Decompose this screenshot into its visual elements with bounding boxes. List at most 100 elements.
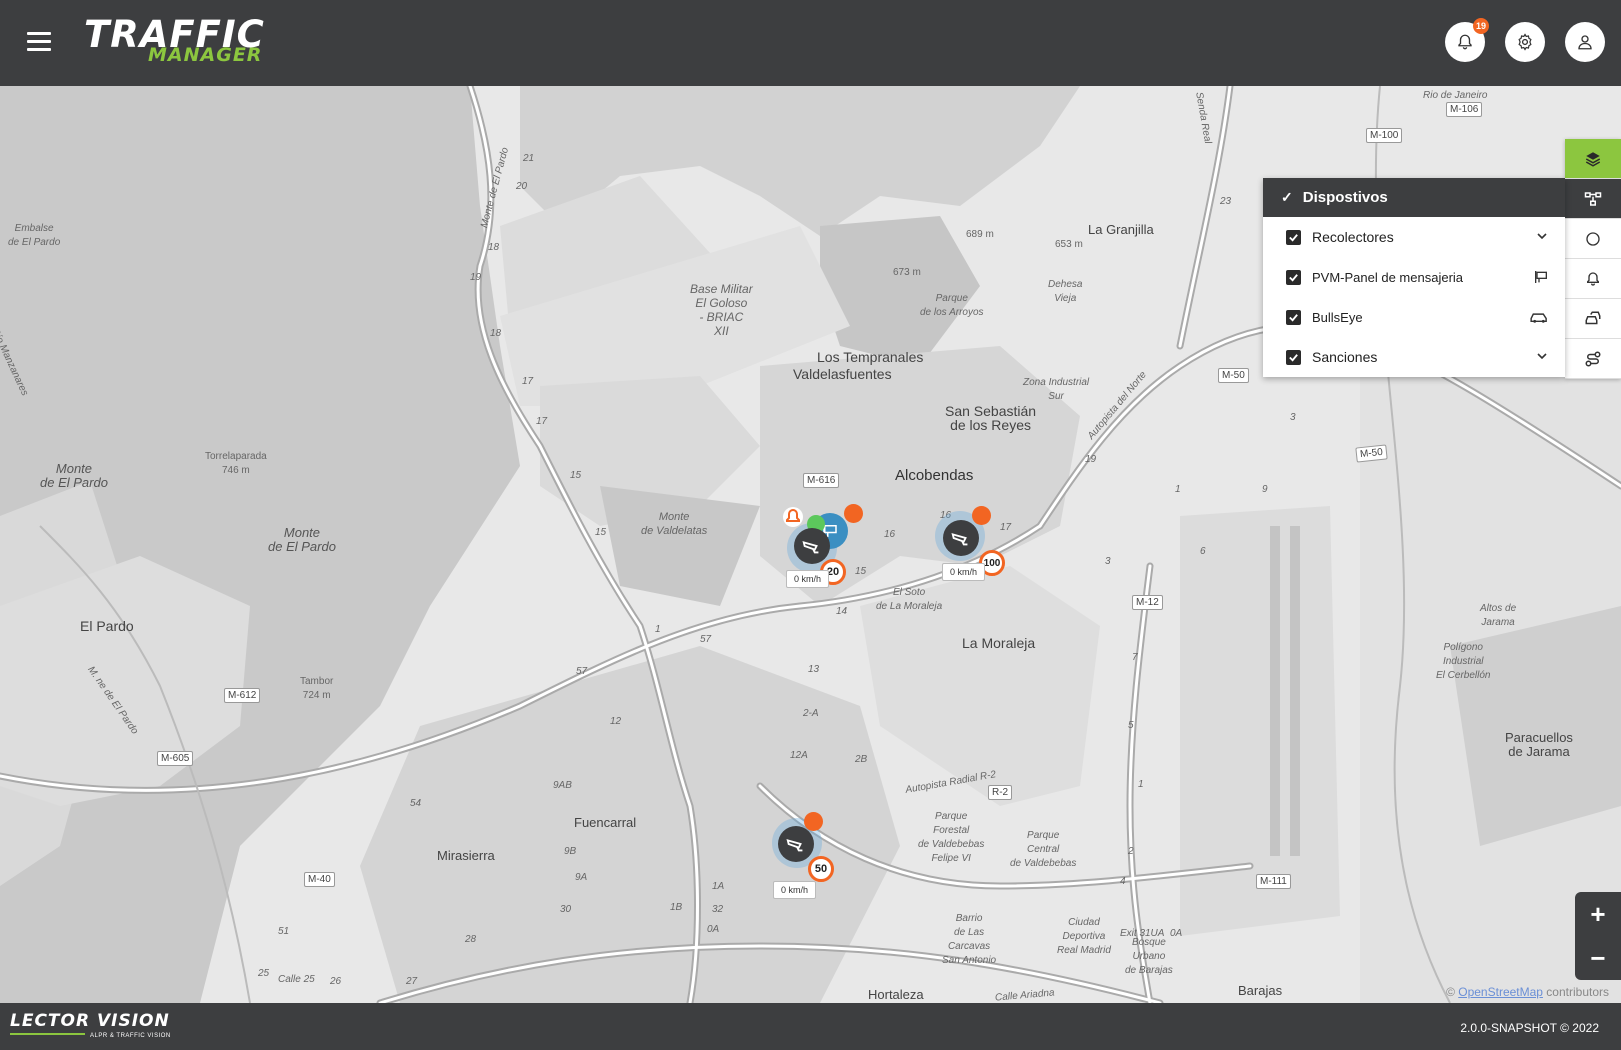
user-profile-button[interactable] [1565,22,1605,62]
cctv-camera-icon [951,533,968,546]
exit-number: 3 [1105,556,1111,567]
label-embalse: Embalse de El Pardo [8,223,61,248]
logo-underline [10,1033,85,1035]
exit-number: 1A [712,881,725,892]
road-shield: M-612 [224,688,261,703]
alert-dot [804,812,823,831]
exit-number: 18 [488,242,500,253]
zoom-in-button[interactable]: + [1575,892,1621,936]
road-shield: M-616 [803,473,840,488]
exit-number: 57 [576,666,588,677]
exit-number: 1B [670,902,683,913]
checkmark-icon [1289,273,1298,282]
circle-tool-button[interactable] [1565,219,1621,259]
exit-number: 0A [707,924,720,935]
network-button[interactable] [1565,179,1621,219]
camera-marker-1[interactable]: 20 [770,504,870,606]
exit-number: 25 [258,968,270,979]
alert-dot [844,504,863,523]
version-text: 2.0.0-SNAPSHOT © 2022 [1460,1021,1599,1035]
label-el-pardo: El Pardo [80,618,134,634]
exit-number: 20 [516,181,528,192]
label-monte-pardo-center: Monte de El Pardo [268,525,336,554]
exit-number: 5 [1128,720,1134,731]
chevron-down-icon[interactable] [1535,229,1549,243]
layers-panel-title: Dispostivos [1302,189,1388,206]
check-icon: ✓ [1281,189,1293,205]
layer-label: Recolectores [1312,229,1394,245]
road-shield: M-106 [1446,102,1483,117]
exit-number: 3 [1290,412,1296,423]
openstreetmap-link[interactable]: OpenStreetMap [1458,985,1543,999]
gear-icon [1518,33,1532,51]
label-valdelasfuentes: Valdelasfuentes [793,366,892,382]
speed-reading-label: 0 km/h [786,570,830,588]
layer-label: BullsEye [1312,309,1363,325]
label-mirasierra: Mirasierra [437,848,495,863]
alerts-button[interactable] [1565,259,1621,299]
label-los-tempranales: Los Tempranales [817,349,924,365]
user-icon [1578,35,1592,50]
exit-number: 15 [570,470,582,481]
label-monte-valdelatas: Monte de Valdelatas [641,511,708,537]
layer-checkbox[interactable] [1286,269,1301,285]
label-zona-industrial: Zona Industrial Sur [1023,377,1090,402]
label-san-sebastian: San Sebastián de los Reyes [945,403,1037,433]
exit-number: 1UA [1145,928,1165,939]
road-shield: M-111 [1256,874,1291,889]
exit-number: 15 [595,527,607,538]
zoom-out-button[interactable]: − [1575,936,1621,980]
chevron-down-icon[interactable] [1535,349,1549,363]
exit-number: 0A [1170,928,1183,939]
exit-number: 51 [278,926,290,937]
camera-body [943,520,979,556]
label-hortaleza: Hortaleza [868,987,924,1002]
label-653m: 653 m [1055,239,1083,250]
logo-line-2: MANAGER [148,44,263,66]
label-altos-jarama: Altos de Jarama [1480,603,1517,628]
map-attribution: © OpenStreetMap contributors [1446,985,1609,999]
exit-number: 12 [610,716,622,727]
exit-number: 57 [700,634,712,645]
exit-number: 9AB [553,780,572,791]
attribution-text: contributors [1542,985,1609,999]
exit-number: 9B [564,846,577,857]
menu-hamburger-icon[interactable] [27,32,51,52]
settings-button[interactable] [1505,22,1545,62]
layers-icon [1585,151,1601,167]
label-base-militar: Base Militar El Goloso - BRIAC XII [690,282,753,338]
layer-checkbox[interactable] [1286,309,1301,325]
lector-vision-tagline: ALPR & TRAFFIC VISION [90,1033,171,1039]
exit-number: Exit 3 [1120,928,1146,939]
exit-number: 6 [1200,546,1206,557]
layer-checkbox[interactable] [1286,349,1301,365]
label-bosque-urbano: Bosque Urbano de Barajas [1125,937,1173,976]
label-alcobendas: Alcobendas [895,467,974,484]
layer-row-pvm[interactable]: PVM-Panel de mensajeria [1263,257,1565,297]
label-tambor: Tambor 724 m [300,676,334,701]
circle-icon [1586,231,1600,246]
label-fuencarral: Fuencarral [574,815,637,830]
top-bar: TRAFFIC MANAGER 19 [0,0,1621,86]
exit-number: 17 [522,376,534,387]
checkmark-icon [1289,233,1298,242]
vehicles-button[interactable] [1565,299,1621,339]
road-shield: M-50 [1218,368,1249,383]
layers-panel-header[interactable]: ✓ Dispostivos [1263,178,1565,217]
notifications-button[interactable]: 19 [1445,18,1489,62]
layers-button[interactable] [1565,139,1621,179]
route-button[interactable] [1565,339,1621,379]
layer-row-sanciones[interactable]: Sanciones [1263,337,1565,377]
layer-row-recolectores[interactable]: Recolectores [1263,217,1565,257]
label-parque-arroyos: Parque de los Arroyos [920,293,984,318]
exit-number: 32 [712,904,724,915]
exit-number: 54 [410,798,422,809]
checkmark-icon [1289,313,1298,322]
exit-number: 19 [1085,454,1097,465]
exit-number: 19 [470,272,482,283]
label-la-granjilla: La Granjilla [1088,222,1154,237]
layer-row-bullseye[interactable]: BullsEye [1263,297,1565,337]
road-shield: M-50 [1355,444,1388,463]
alert-dot [972,506,991,525]
layer-checkbox[interactable] [1286,229,1301,245]
